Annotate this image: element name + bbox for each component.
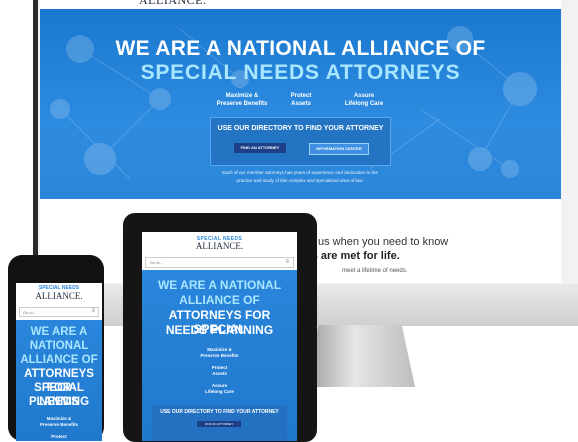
find-attorney-button[interactable]: FIND AN ATTORNEY: [234, 143, 286, 153]
tablet-service-assure: Assure Lifelong Care: [142, 383, 297, 395]
desktop-header: ALLIANCE.: [40, 0, 561, 9]
tagline-line3: meet a lifetime of needs.: [342, 268, 408, 274]
nav-select-label: Go to...: [23, 310, 37, 315]
tagline-line2: ds are met for life.: [305, 250, 400, 262]
hero-description-line2: practice and study of this complex and s…: [236, 178, 364, 183]
tablet-nav-select[interactable]: Go to... ≡: [145, 257, 294, 268]
phone-service-protect: Protect: [16, 434, 102, 440]
service-line2: Lifelong Care: [344, 101, 384, 107]
tablet-headline-line1: WE ARE A NATIONAL: [157, 278, 282, 292]
directory-cta-box: USE OUR DIRECTORY TO FIND YOUR ATTORNEY …: [210, 117, 391, 166]
hamburger-icon[interactable]: ≡: [285, 259, 289, 265]
tagline-line1: us when you need to know: [318, 236, 449, 248]
monitor-stand: [305, 325, 415, 387]
phone-headline-line2: NATIONAL: [29, 340, 89, 352]
nav-select-label: Go to...: [150, 260, 164, 265]
tablet-cta-title: USE OUR DIRECTORY TO FIND YOUR ATTORNEY: [160, 409, 279, 415]
service-assure: Assure Lifelong Care: [336, 92, 392, 108]
tablet-hero: WE ARE A NATIONAL ALLIANCE OF ATTORNEYS …: [142, 270, 297, 441]
phone-headline-line1: WE ARE A: [30, 326, 88, 338]
service-line2: Lifelong Care: [205, 389, 234, 394]
tablet-logo-bottom[interactable]: ALLIANCE.: [142, 241, 297, 251]
phone-screen: SPECIAL NEEDS ALLIANCE. Go to... ≡ WE AR…: [16, 283, 102, 441]
tablet-service-protect: Protect Assets: [142, 365, 297, 377]
phone-nav-select[interactable]: Go to... ≡: [19, 307, 99, 317]
service-maximize: Maximize & Preserve Benefits: [214, 92, 270, 108]
service-line2: Preserve Benefits: [216, 101, 268, 107]
tablet-headline-line2: ALLIANCE OF: [179, 293, 260, 307]
hamburger-icon[interactable]: ≡: [91, 308, 95, 314]
service-line2: Assets: [212, 371, 227, 376]
phone-headline-line6: PLANNING: [28, 396, 90, 408]
service-line2: Preserve Benefits: [200, 353, 239, 358]
phone-hero: WE ARE A NATIONAL ALLIANCE OF ATTORNEYS …: [16, 320, 102, 441]
service-protect: Protect Assets: [276, 92, 326, 108]
service-line1: Maximize &: [225, 93, 259, 99]
service-line1: Protect: [290, 93, 312, 99]
hero-description: Each of our member attorneys has years o…: [210, 169, 390, 185]
service-line2: Preserve Benefits: [39, 422, 79, 427]
desktop-headline-line2: SPECIAL NEEDS ATTORNEYS: [140, 61, 461, 84]
tablet-screen: SPECIAL NEEDS ALLIANCE. Go to... ≡ WE AR…: [142, 232, 297, 441]
tablet-headline-line4: NEEDS PLANNING: [165, 323, 274, 337]
phone-service-maximize: Maximize & Preserve Benefits: [16, 416, 102, 428]
desktop-hero: WE ARE A NATIONAL ALLIANCE OF SPECIAL NE…: [40, 9, 561, 199]
hero-description-line1: Each of our member attorneys has years o…: [222, 170, 378, 175]
service-line1: Protect: [51, 434, 67, 439]
tablet-service-maximize: Maximize & Preserve Benefits: [142, 347, 297, 359]
tablet-find-attorney-button[interactable]: FIND AN ATTORNEY: [197, 421, 241, 427]
phone-headline-line3: ALLIANCE OF: [20, 354, 98, 366]
service-line1: Assure: [353, 93, 375, 99]
phone-logo-bottom[interactable]: ALLIANCE.: [16, 291, 102, 301]
cta-title: USE OUR DIRECTORY TO FIND YOUR ATTORNEY: [217, 125, 384, 132]
desktop-headline-line1: WE ARE A NATIONAL ALLIANCE OF: [115, 37, 486, 60]
desktop-logo[interactable]: ALLIANCE.: [139, 0, 207, 8]
service-line2: Assets: [291, 101, 311, 107]
information-center-button[interactable]: INFORMATION CENTER: [309, 143, 369, 155]
tablet-directory-cta: USE OUR DIRECTORY TO FIND YOUR ATTORNEY …: [152, 405, 287, 441]
